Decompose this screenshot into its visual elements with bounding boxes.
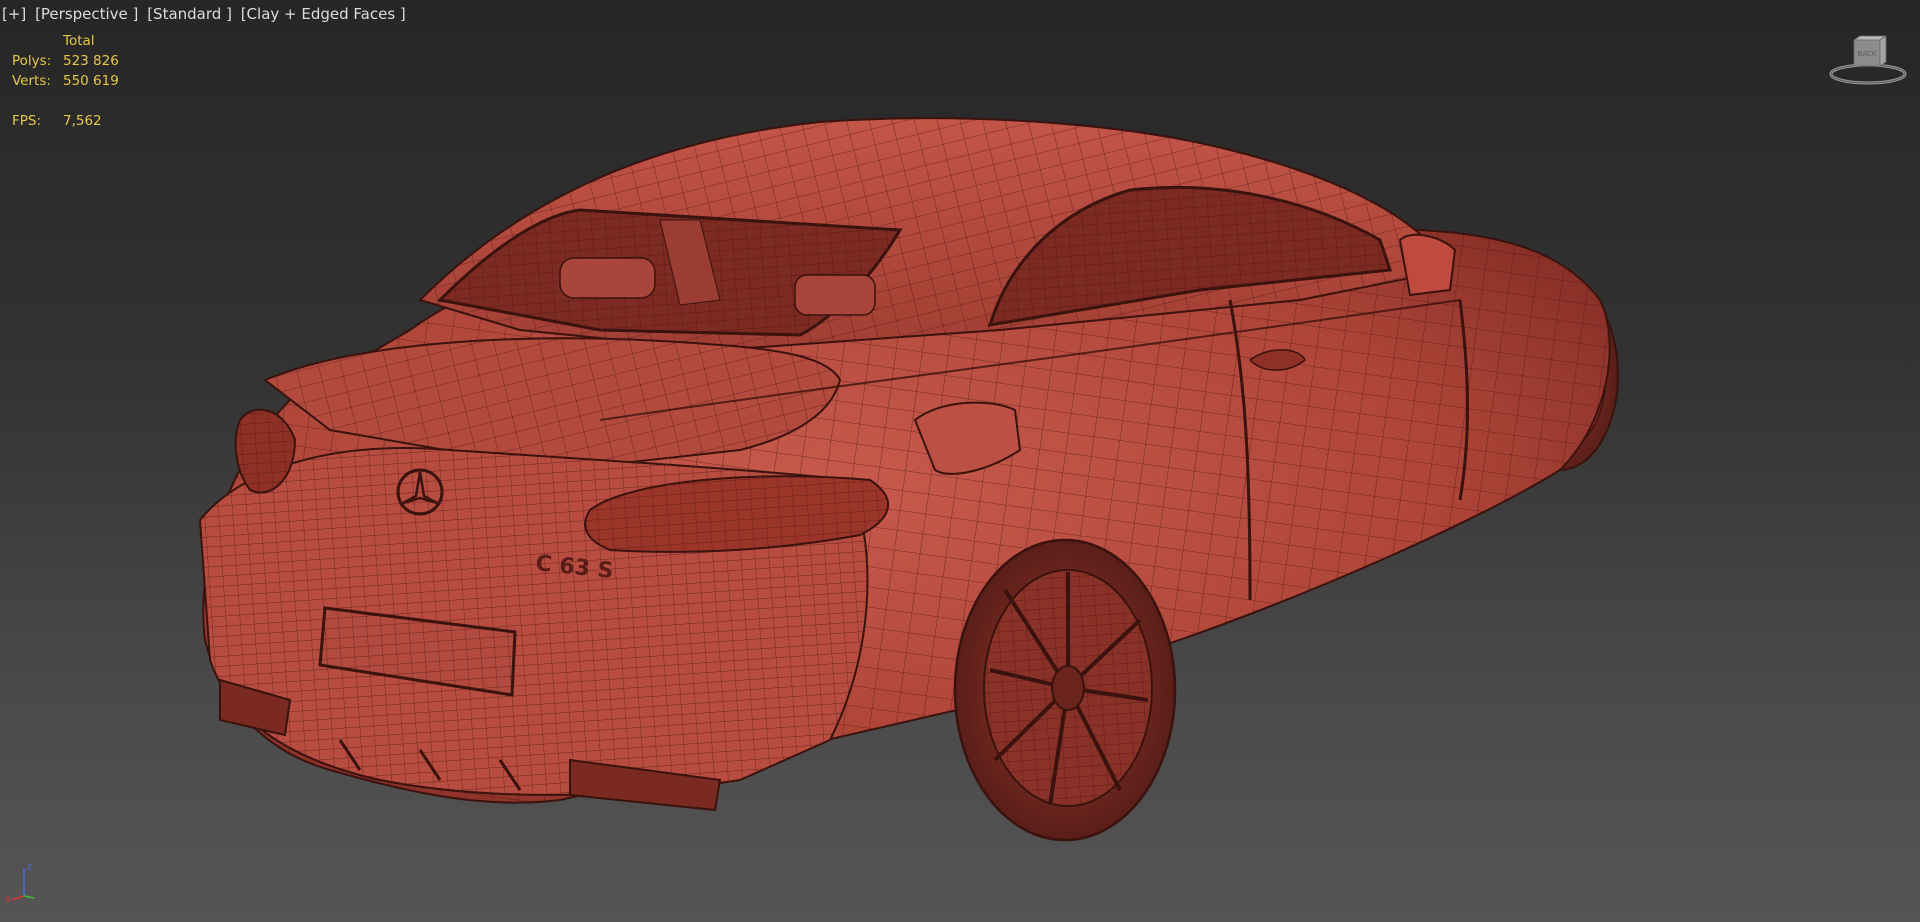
3d-viewport[interactable]: C 63 S [+] [Perspective] [Standard] [C… xyxy=(0,0,1920,922)
fps-label: FPS: xyxy=(12,113,42,129)
viewport-shading-quality-menu[interactable]: [Standard ] xyxy=(147,5,232,23)
viewport-general-menu[interactable]: [+] xyxy=(2,5,26,23)
axis-x-label: x xyxy=(5,894,11,905)
axis-z-label: z xyxy=(27,862,32,873)
viewport-display-mode-menu[interactable]: [Clay + Edged Faces ] xyxy=(241,5,406,23)
polys-label: Polys: xyxy=(12,53,52,69)
polys-value: 523 826 xyxy=(63,53,119,69)
viewcube-face-label: BACK xyxy=(1858,50,1877,58)
side-mirror xyxy=(1398,233,1457,297)
car-model[interactable]: C 63 S xyxy=(0,0,1920,922)
viewcube[interactable]: BACK xyxy=(1828,30,1908,90)
viewport-point-of-view-menu[interactable]: [Perspective ] xyxy=(35,5,138,23)
verts-label: Verts: xyxy=(12,73,51,89)
fps-value: 7,562 xyxy=(63,113,102,129)
axis-tripod: z x xyxy=(5,862,35,905)
stats-header: Total xyxy=(63,33,95,49)
viewport-label-menu: [+] [Perspective ] [Standard ] [Clay + E… xyxy=(2,5,410,23)
verts-value: 550 619 xyxy=(63,73,119,89)
wheel-rear-near xyxy=(953,538,1177,842)
